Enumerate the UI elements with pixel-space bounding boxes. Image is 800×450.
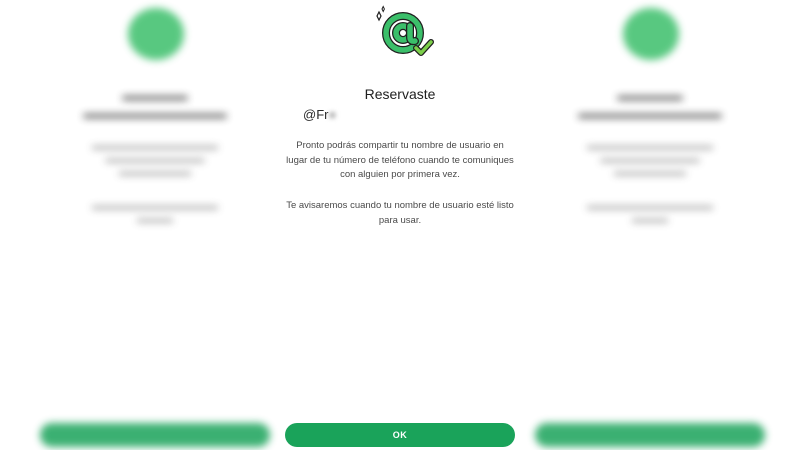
info-paragraph: Pronto podrás compartir tu nombre de usu… [286, 140, 514, 180]
at-sign-check-icon [376, 5, 434, 56]
notify-paragraph: Te avisaremos cuando tu nombre de usuari… [286, 200, 514, 226]
username-visible: @Fr [303, 107, 329, 122]
blurred-title: ▬▬▬▬▬ [122, 88, 188, 103]
blurred-button [535, 423, 765, 447]
blurred-subtitle: ▬▬▬▬▬▬▬▬▬▬▬ [83, 106, 227, 121]
blurred-title: ▬▬▬▬▬ [617, 88, 683, 103]
blurred-icon [623, 8, 679, 60]
blurred-icon [128, 8, 184, 60]
blurred-text: ▬▬▬▬▬▬▬▬▬▬▬▬▬▬ ▬▬▬▬ [587, 201, 713, 224]
dialog-title: Reservaste [364, 86, 436, 102]
blurred-text: ▬▬▬▬▬▬▬▬▬▬▬▬▬▬ ▬▬▬▬▬▬▬▬▬▬▬ ▬▬▬▬▬▬▬▬ [92, 141, 218, 177]
blurred-text: ▬▬▬▬▬▬▬▬▬▬▬▬▬▬ ▬▬▬▬▬▬▬▬▬▬▬ ▬▬▬▬▬▬▬▬ [587, 141, 713, 177]
blurred-button [40, 423, 270, 447]
blurred-subtitle: ▬▬▬▬▬▬▬▬▬▬▬ [578, 106, 722, 121]
ok-button[interactable]: OK [285, 423, 515, 447]
username-reserved-dialog: Reservaste @Fr■ Pronto podrás compartir … [285, 0, 515, 450]
blurred-text: ▬▬▬▬▬▬▬▬▬▬▬▬▬▬ ▬▬▬▬ [92, 201, 218, 224]
username-obscured: ■ [328, 107, 337, 122]
background-panel-left: ▬▬▬▬▬ ▬▬▬▬▬▬▬▬▬▬▬ ▬▬▬▬▬▬▬▬▬▬▬▬▬▬ ▬▬▬▬▬▬▬▬… [40, 0, 270, 450]
reserved-username: @Fr■ [303, 107, 336, 122]
background-panel-right: ▬▬▬▬▬ ▬▬▬▬▬▬▬▬▬▬▬ ▬▬▬▬▬▬▬▬▬▬▬▬▬▬ ▬▬▬▬▬▬▬▬… [535, 0, 765, 450]
